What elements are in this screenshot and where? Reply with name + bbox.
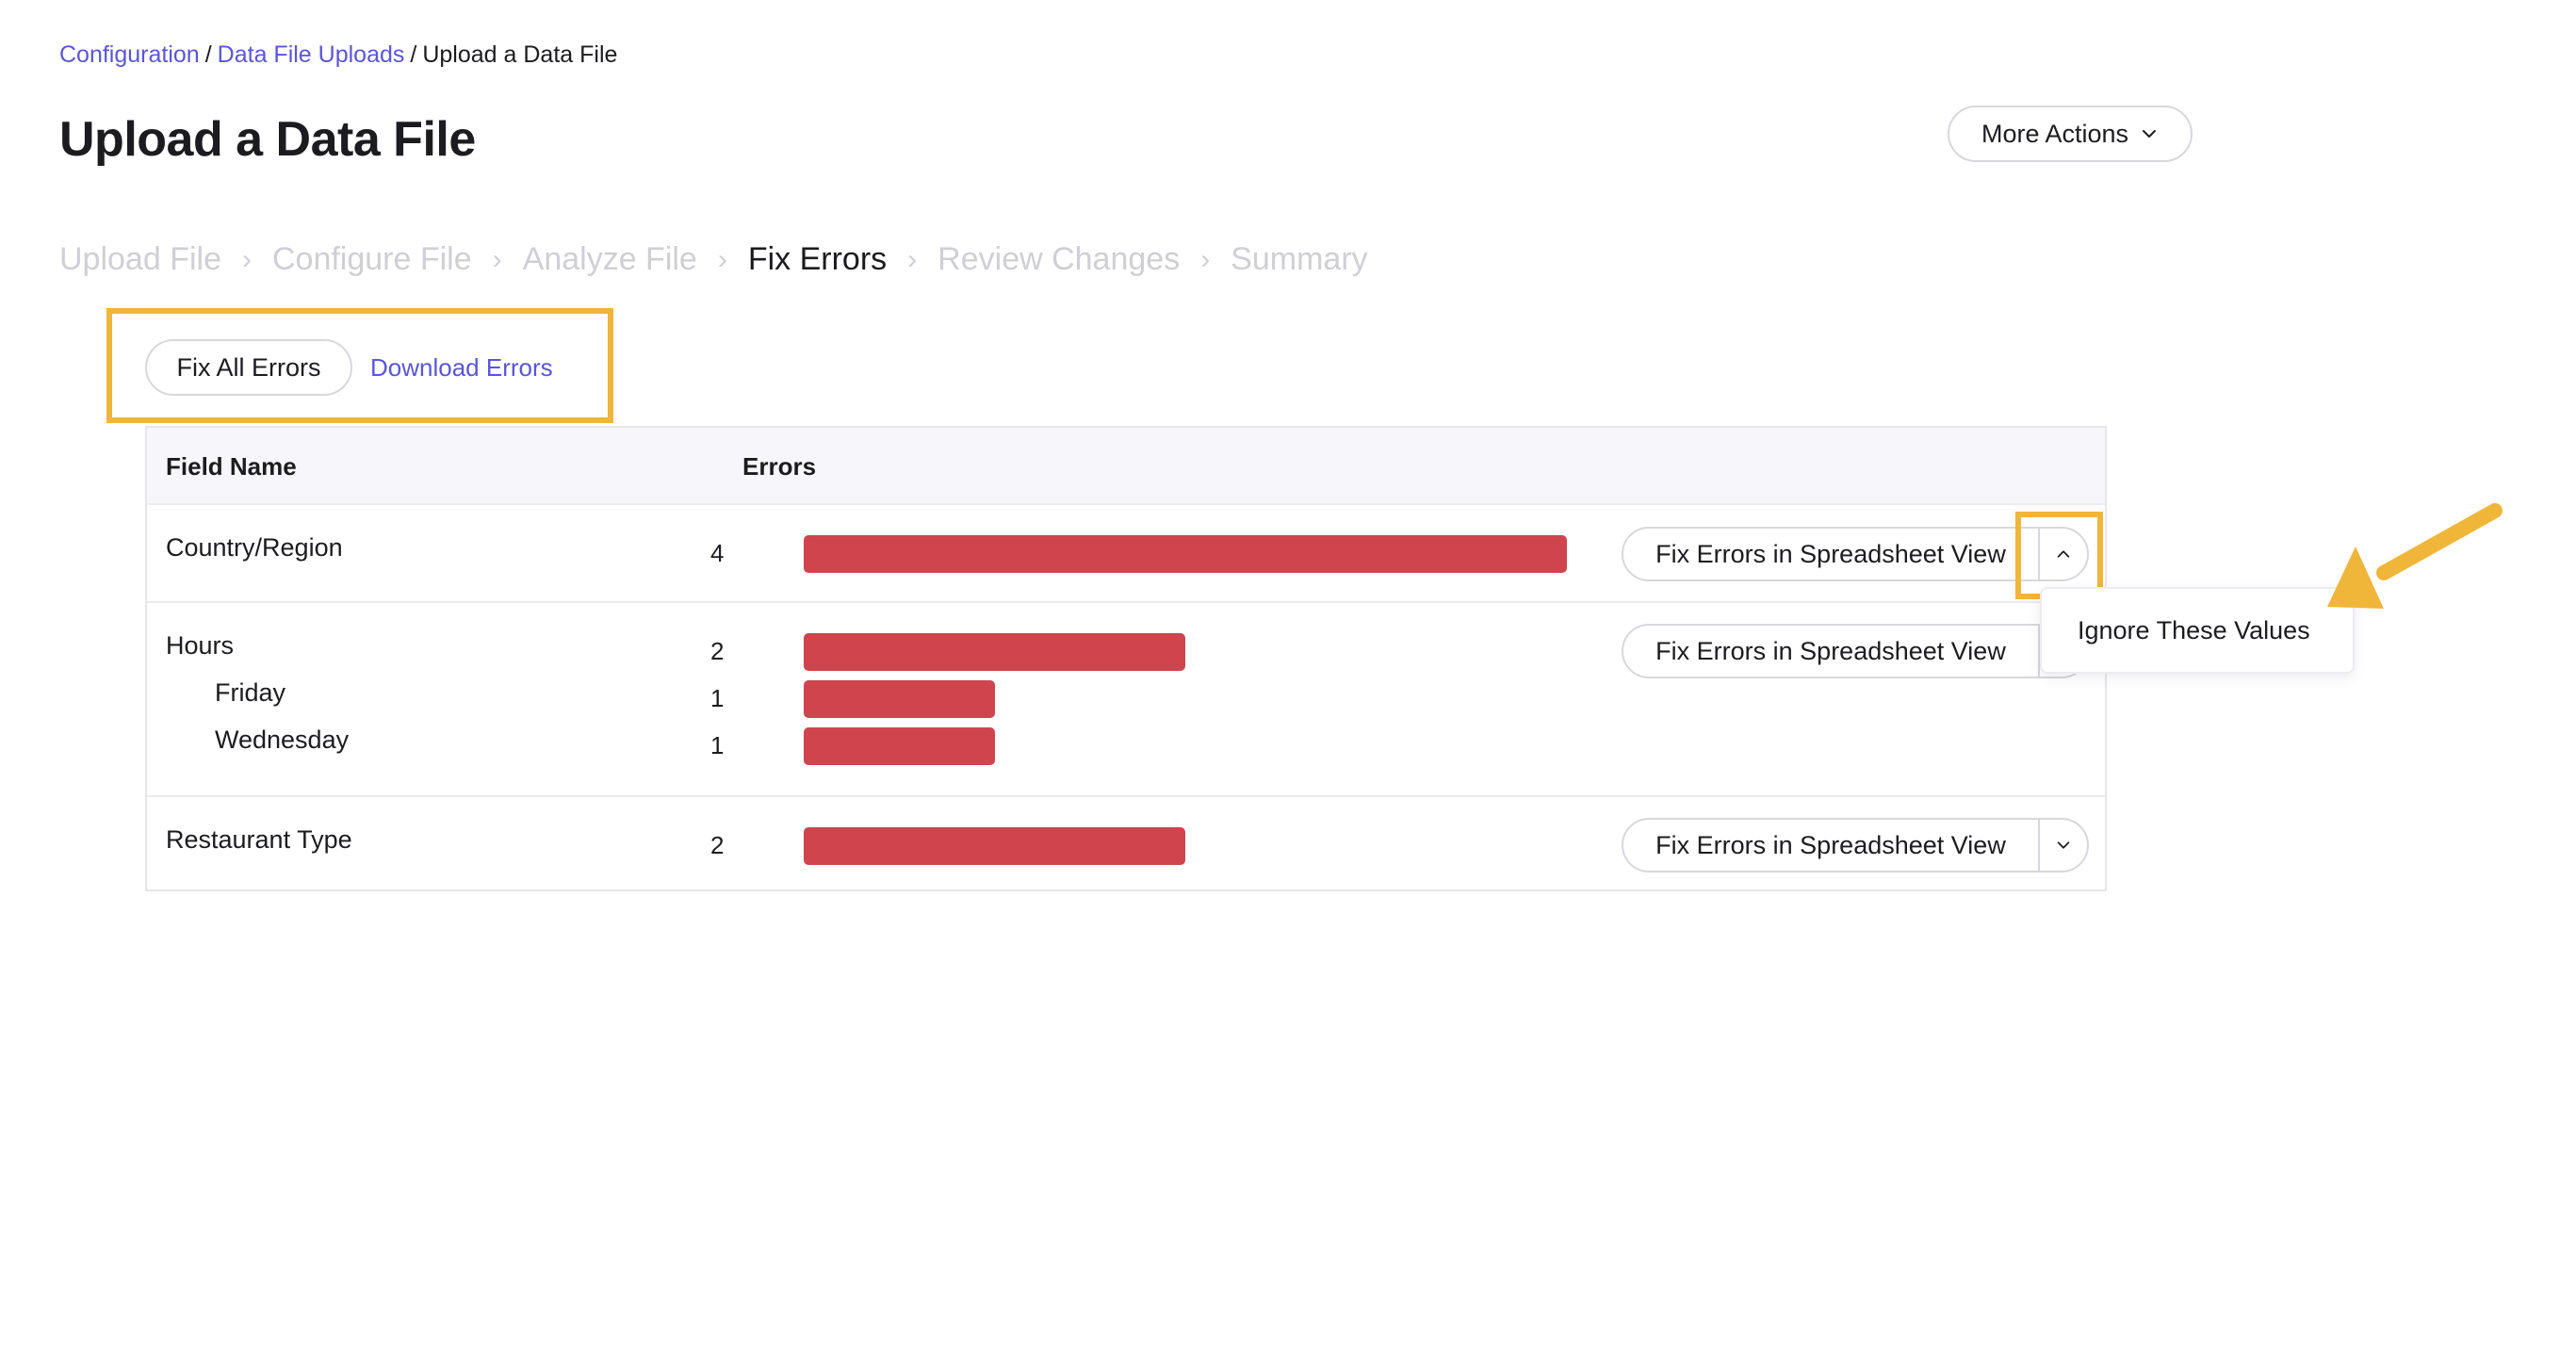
error-bar [804,727,995,765]
split-toggle[interactable] [2040,820,2087,871]
chevron-down-icon [2057,841,2070,849]
breadcrumb-separator: / [410,41,417,68]
step-separator: › [1200,243,1211,275]
table-row: Restaurant Type 2 Fix Errors in Spreadsh… [147,797,2105,891]
step-separator: › [717,243,727,275]
error-count: 2 [710,831,725,859]
field-name: Hours [166,631,235,660]
error-count: 1 [710,684,725,712]
chevron-down-icon [2143,130,2157,138]
annotation-arrow-icon [2327,503,2503,609]
step-separator: › [907,243,918,275]
error-count: 1 [710,731,725,759]
fix-errors-spreadsheet-button[interactable]: Fix Errors in Spreadsheet View [1623,626,2040,677]
step-summary[interactable]: Summary [1231,241,1367,278]
error-bar [804,535,1567,573]
download-errors-link[interactable]: Download Errors [370,353,553,383]
column-header-errors: Errors [742,452,817,481]
step-separator: › [241,243,252,275]
sub-field-name: Friday [215,678,286,707]
step-review-changes[interactable]: Review Changes [937,241,1180,278]
error-bar [804,633,1185,671]
step-analyze-file[interactable]: Analyze File [523,241,697,278]
more-actions-label: More Actions [1981,119,2129,148]
error-bar [804,827,1185,865]
fix-errors-split-button: Fix Errors in Spreadsheet View [1622,624,2089,678]
error-count: 2 [710,637,725,665]
breadcrumb-link-data-file-uploads[interactable]: Data File Uploads [218,41,405,68]
table-row: Hours 2 Friday 1 Wednesday 1 Fix Errors … [147,603,2105,797]
fix-errors-split-button: Fix Errors in Spreadsheet View [1622,818,2089,873]
step-separator: › [492,243,502,275]
dropdown-menu: Ignore These Values [2040,587,2355,674]
fix-all-errors-button[interactable]: Fix All Errors [145,339,352,396]
error-bar [804,680,995,718]
step-fix-errors[interactable]: Fix Errors [748,241,887,278]
column-header-field-name: Field Name [166,452,297,481]
field-name: Country/Region [166,533,343,562]
more-actions-button[interactable]: More Actions [1948,106,2193,162]
field-name: Restaurant Type [166,825,352,854]
fix-errors-spreadsheet-button[interactable]: Fix Errors in Spreadsheet View [1623,529,2040,579]
breadcrumb-separator: / [204,41,212,68]
menu-item-ignore-values[interactable]: Ignore These Values [2078,616,2310,645]
step-configure-file[interactable]: Configure File [272,241,472,278]
breadcrumb-link-configuration[interactable]: Configuration [59,41,200,68]
step-upload-file[interactable]: Upload File [59,241,221,278]
table-header: Field Name Errors [147,428,2105,505]
sub-field-name: Wednesday [215,726,350,754]
errors-table: Field Name Errors Country/Region 4 Fix E… [145,426,2107,891]
table-row: Country/Region 4 Fix Errors in Spreadshe… [147,505,2105,603]
wizard-steps: Upload File › Configure File › Analyze F… [59,241,1368,278]
fix-errors-spreadsheet-button[interactable]: Fix Errors in Spreadsheet View [1623,820,2040,871]
breadcrumb-current: Upload a Data File [422,41,618,68]
breadcrumb: Configuration / Data File Uploads / Upload a… [59,41,617,69]
page-title: Upload a Data File [59,112,476,167]
error-count: 4 [710,539,725,567]
